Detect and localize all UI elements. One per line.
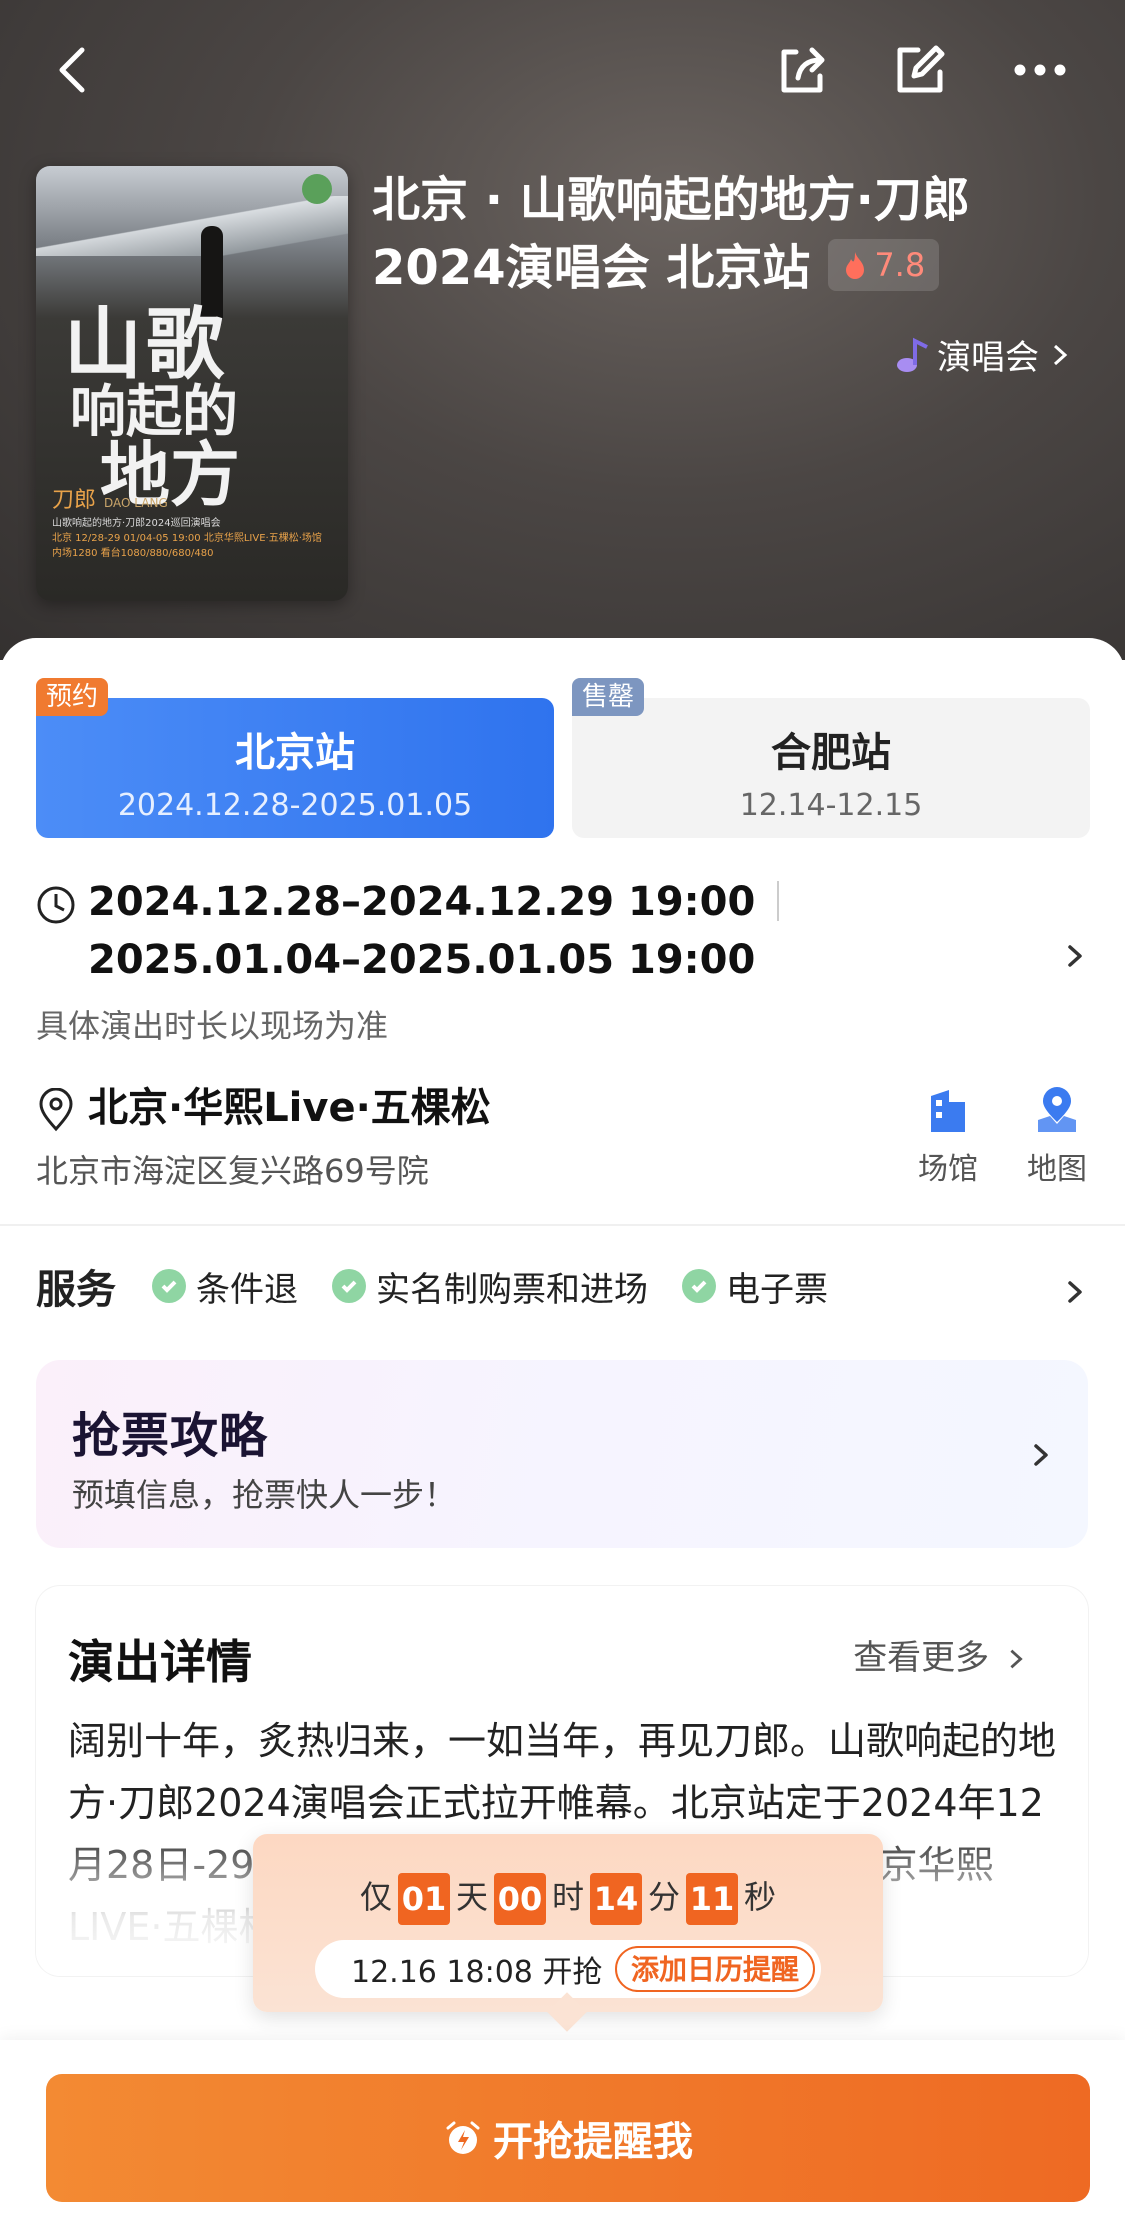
event-title: 北京 · 山歌响起的地方·刀郎 2024演唱会 北京站 7.8 [372,172,970,296]
services-row[interactable]: 服务 条件退 实名制购票和进场 电子票 [36,1256,1096,1316]
check-icon [682,1269,716,1303]
location-pin-icon [39,1088,73,1132]
chevron-right-icon [1053,344,1068,365]
duration-note: 具体演出时长以现场为准 [36,1007,389,1045]
poster-calligraphy: 响起的 [70,379,238,445]
countdown-timer: 仅 01 天 00 时 14 分 11 秒 [253,1872,883,1925]
building-icon [931,1090,965,1132]
sale-start-row: 12.16 18:08 开抢 添加日历提醒 [315,1940,821,1998]
check-icon [332,1269,366,1303]
schedule-date-2: 2025.01.04–2025.01.05 19:00 [88,937,756,983]
guide-title: 抢票攻略 [72,1408,269,1464]
venue-button[interactable]: 场馆 [898,1086,998,1188]
poster-calligraphy: 山歌 [64,299,229,390]
sponsor-logo [302,174,332,204]
top-bar [0,30,1125,110]
service-item: 条件退 [152,1262,298,1311]
schedule-date-1: 2024.12.28–2024.12.29 19:00 [88,879,756,925]
station-hefei[interactable]: 合肥站 12.14-12.15 [572,698,1090,838]
divider [0,1224,1125,1226]
service-item: 电子票 [682,1262,828,1311]
view-more-link[interactable]: 查看更多 [853,1630,1028,1679]
event-poster[interactable]: 山歌 响起的 地方 刀郎 DAO LANG 山歌响起的地方·刀郎2024巡回演唱会… [36,166,348,601]
clock-icon [37,886,75,924]
detail-title: 演出详情 [68,1635,252,1689]
chevron-right-icon [1062,943,1088,969]
ticket-guide-card[interactable]: 抢票攻略 预填信息，抢票快人一步！ [36,1360,1088,1548]
schedule-section[interactable]: 2024.12.28–2024.12.29 19:00 2025.01.04–2… [36,873,1086,1047]
check-icon [152,1269,186,1303]
chevron-right-icon [1062,1274,1088,1303]
share-icon[interactable] [762,30,842,110]
header: 山歌 响起的 地方 刀郎 DAO LANG 山歌响起的地方·刀郎2024巡回演唱会… [0,0,1125,660]
category-link[interactable]: 演唱会 [893,330,1073,379]
bottom-bar: 开抢提醒我 [0,2040,1125,2234]
soldout-badge: 售罄 [572,678,645,716]
map-pin-icon [1038,1087,1076,1132]
countdown-tooltip: 仅 01 天 00 时 14 分 11 秒 12.16 18:08 开抢 添加日历提醒 [253,1834,883,2032]
back-icon[interactable] [34,30,114,110]
edit-icon[interactable] [880,30,960,110]
poster-fine-print: 山歌响起的地方·刀郎2024巡回演唱会 北京 12/28-29 01/04-05… [52,518,322,559]
station-beijing[interactable]: 北京站 2024.12.28-2025.01.05 [36,698,554,838]
reserve-badge: 预约 [36,678,109,716]
chevron-right-icon [1028,1442,1054,1468]
alarm-icon [446,2121,480,2154]
chevron-right-icon [1010,1649,1023,1669]
add-calendar-button[interactable]: 添加日历提醒 [614,1946,815,1992]
service-item: 实名制购票和进场 [332,1262,648,1311]
flame-icon [846,252,865,279]
poster-artist: 刀郎 DAO LANG [52,488,168,513]
guide-subtitle: 预填信息，抢票快人一步！ [72,1476,457,1514]
services-label: 服务 [36,1267,116,1313]
more-icon[interactable] [1000,30,1080,110]
remind-me-button[interactable]: 开抢提醒我 [46,2074,1090,2202]
music-note-icon [897,337,928,372]
map-button[interactable]: 地图 [1007,1086,1107,1188]
rating-badge: 7.8 [828,239,940,291]
sale-start-time: 12.16 18:08 开抢 [351,1955,603,1990]
venue-name: 北京·华熙Live·五棵松 [88,1085,491,1131]
